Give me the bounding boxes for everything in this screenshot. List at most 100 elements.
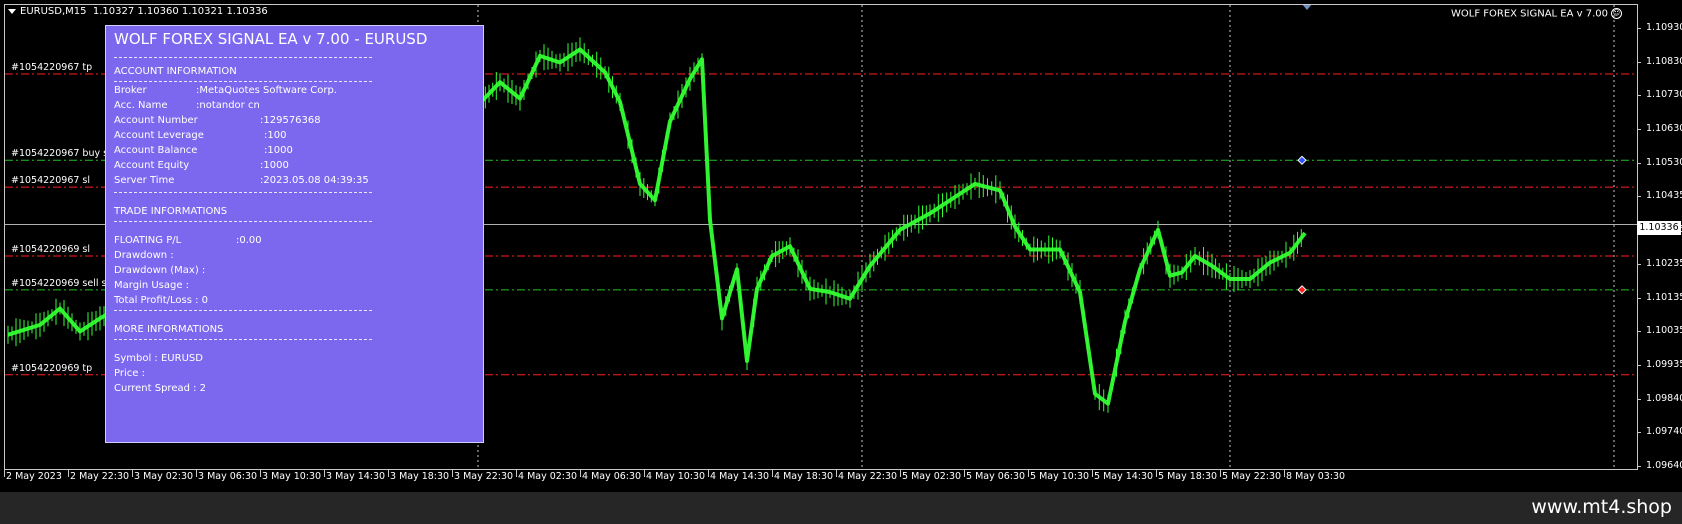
time-tick-mark bbox=[260, 470, 261, 477]
account-row-key: Account Number bbox=[114, 115, 198, 126]
time-tick-label: 5 May 14:30 bbox=[1094, 471, 1154, 482]
panel-divider bbox=[114, 221, 372, 222]
price-tick-mark bbox=[1637, 28, 1641, 29]
order-label[interactable]: #1054220967 sl bbox=[11, 175, 90, 186]
account-row-key: Account Leverage bbox=[114, 130, 204, 141]
time-tick-label: 4 May 10:30 bbox=[646, 471, 706, 482]
price-tick-label: 1.09640 bbox=[1646, 460, 1682, 471]
time-tick-label: 3 May 14:30 bbox=[326, 471, 386, 482]
price-tick-label: 1.10630 bbox=[1646, 123, 1682, 135]
price-tick-label: 1.10830 bbox=[1646, 55, 1682, 67]
trade-row: Margin Usage : bbox=[114, 280, 190, 291]
price-tick-label: 1.10135 bbox=[1646, 291, 1682, 303]
time-tick-label: 8 May 03:30 bbox=[1286, 471, 1346, 482]
price-tick-mark bbox=[1637, 95, 1641, 97]
time-tick-label: 5 May 10:30 bbox=[1030, 471, 1090, 482]
time-tick-mark bbox=[1220, 470, 1221, 477]
time-tick-mark bbox=[708, 470, 709, 477]
time-tick-label: 3 May 06:30 bbox=[198, 471, 258, 482]
ohlc-values: 1.10327 1.10360 1.10321 1.10336 bbox=[92, 6, 268, 17]
time-tick-label: 4 May 06:30 bbox=[582, 471, 642, 482]
current-price-label: 1.10336 bbox=[1637, 221, 1681, 235]
account-row-key: Broker bbox=[114, 85, 147, 96]
time-tick-label: 3 May 18:30 bbox=[390, 471, 450, 482]
account-row-value: :MetaQuotes Software Corp. bbox=[196, 85, 337, 96]
price-tick-mark bbox=[1637, 432, 1641, 434]
account-row-value: :1000 bbox=[260, 160, 289, 171]
time-tick-mark bbox=[452, 470, 453, 477]
panel-divider bbox=[114, 310, 372, 311]
site-brand[interactable]: www.mt4.shop bbox=[1531, 496, 1672, 518]
price-tick-label: 1.09740 bbox=[1646, 426, 1682, 438]
price-tick-label: 1.10435 bbox=[1646, 190, 1682, 202]
price-tick-mark bbox=[1637, 297, 1641, 299]
account-row-value: :129576368 bbox=[260, 115, 321, 126]
more-row: Price : bbox=[114, 368, 145, 379]
order-label[interactable]: #1054220969 tp bbox=[11, 363, 92, 374]
time-tick-label: 2 May 22:30 bbox=[70, 471, 130, 482]
time-tick-mark bbox=[900, 470, 901, 477]
time-tick-label: 4 May 02:30 bbox=[518, 471, 578, 482]
smiley-icon[interactable]: ☺ bbox=[1611, 8, 1622, 19]
order-label[interactable]: #1054220969 sl bbox=[11, 244, 90, 255]
time-tick-mark bbox=[516, 470, 517, 477]
account-row-key: Acc. Name bbox=[114, 100, 168, 111]
trade-row: Drawdown (Max) : bbox=[114, 265, 206, 276]
time-tick-mark bbox=[1092, 470, 1093, 477]
time-tick-label: 5 May 18:30 bbox=[1158, 471, 1218, 482]
price-tick-label: 1.10930 bbox=[1646, 22, 1682, 33]
account-row-value: :100 bbox=[264, 130, 287, 141]
price-tick-mark bbox=[1637, 129, 1641, 131]
time-tick-mark bbox=[132, 470, 133, 477]
symbol-label: EURUSD,M15 bbox=[20, 6, 87, 17]
account-row-value: :2023.05.08 04:39:35 bbox=[260, 175, 369, 186]
time-tick-mark bbox=[644, 470, 645, 477]
price-tick-label: 1.09840 bbox=[1646, 392, 1682, 404]
price-tick-label: 1.10530 bbox=[1646, 156, 1682, 168]
price-tick-mark bbox=[1637, 364, 1641, 366]
more-row: Symbol : EURUSD bbox=[114, 353, 203, 364]
time-tick-mark bbox=[836, 470, 837, 477]
account-row-key: Account Balance bbox=[114, 145, 198, 156]
price-tick-mark bbox=[1637, 61, 1641, 63]
trade-section-header: TRADE INFORMATIONS bbox=[114, 206, 228, 217]
time-tick-label: 5 May 22:30 bbox=[1222, 471, 1282, 482]
trade-row: Total Profit/Loss : 0 bbox=[114, 295, 209, 306]
time-tick-mark bbox=[772, 470, 773, 477]
chart-menu-triangle-icon[interactable] bbox=[8, 8, 16, 14]
order-label[interactable]: #1054220967 tp bbox=[11, 62, 92, 73]
account-row-key: Server Time bbox=[114, 175, 175, 186]
time-tick-mark bbox=[1028, 470, 1029, 477]
price-axis-border bbox=[1637, 4, 1638, 470]
ea-corner-label: WOLF FOREX SIGNAL EA v 7.00 ☺ bbox=[1451, 8, 1622, 20]
panel-divider bbox=[114, 192, 372, 193]
symbol-header[interactable]: EURUSD,M15 1.10327 1.10360 1.10321 1.103… bbox=[8, 6, 268, 17]
ea-name: WOLF FOREX SIGNAL EA v 7.00 bbox=[1451, 8, 1608, 20]
panel-divider bbox=[114, 339, 372, 340]
time-tick-label: 4 May 22:30 bbox=[838, 471, 898, 482]
time-tick-mark bbox=[196, 470, 197, 477]
floating-pl-value: :0.00 bbox=[236, 235, 262, 246]
time-tick-mark bbox=[964, 470, 965, 477]
floating-pl-key: FLOATING P/L bbox=[114, 235, 182, 246]
time-tick-mark bbox=[580, 470, 581, 477]
account-section-header: ACCOUNT INFORMATION bbox=[114, 66, 237, 77]
price-tick-label: 1.10035 bbox=[1646, 325, 1682, 337]
time-tick-label: 2 May 2023 bbox=[6, 471, 62, 482]
time-tick-label: 3 May 22:30 bbox=[454, 471, 514, 482]
panel-title: WOLF FOREX SIGNAL EA v 7.00 - EURUSD bbox=[114, 30, 428, 48]
more-row: Current Spread : 2 bbox=[114, 383, 207, 394]
price-tick-mark bbox=[1637, 331, 1641, 333]
price-tick-mark bbox=[1637, 263, 1641, 265]
footer-bar: www.mt4.shop bbox=[0, 492, 1682, 524]
panel-divider bbox=[114, 57, 372, 58]
trade-row: Drawdown : bbox=[114, 250, 174, 261]
price-tick-mark bbox=[1637, 466, 1641, 467]
time-tick-mark bbox=[1284, 470, 1285, 477]
time-tick-label: 3 May 10:30 bbox=[262, 471, 322, 482]
price-tick-mark bbox=[1637, 162, 1641, 164]
time-tick-mark bbox=[1156, 470, 1157, 477]
time-tick-mark bbox=[68, 470, 69, 477]
time-tick-label: 5 May 06:30 bbox=[966, 471, 1026, 482]
ea-info-panel: WOLF FOREX SIGNAL EA v 7.00 - EURUSD ACCO… bbox=[105, 25, 484, 443]
